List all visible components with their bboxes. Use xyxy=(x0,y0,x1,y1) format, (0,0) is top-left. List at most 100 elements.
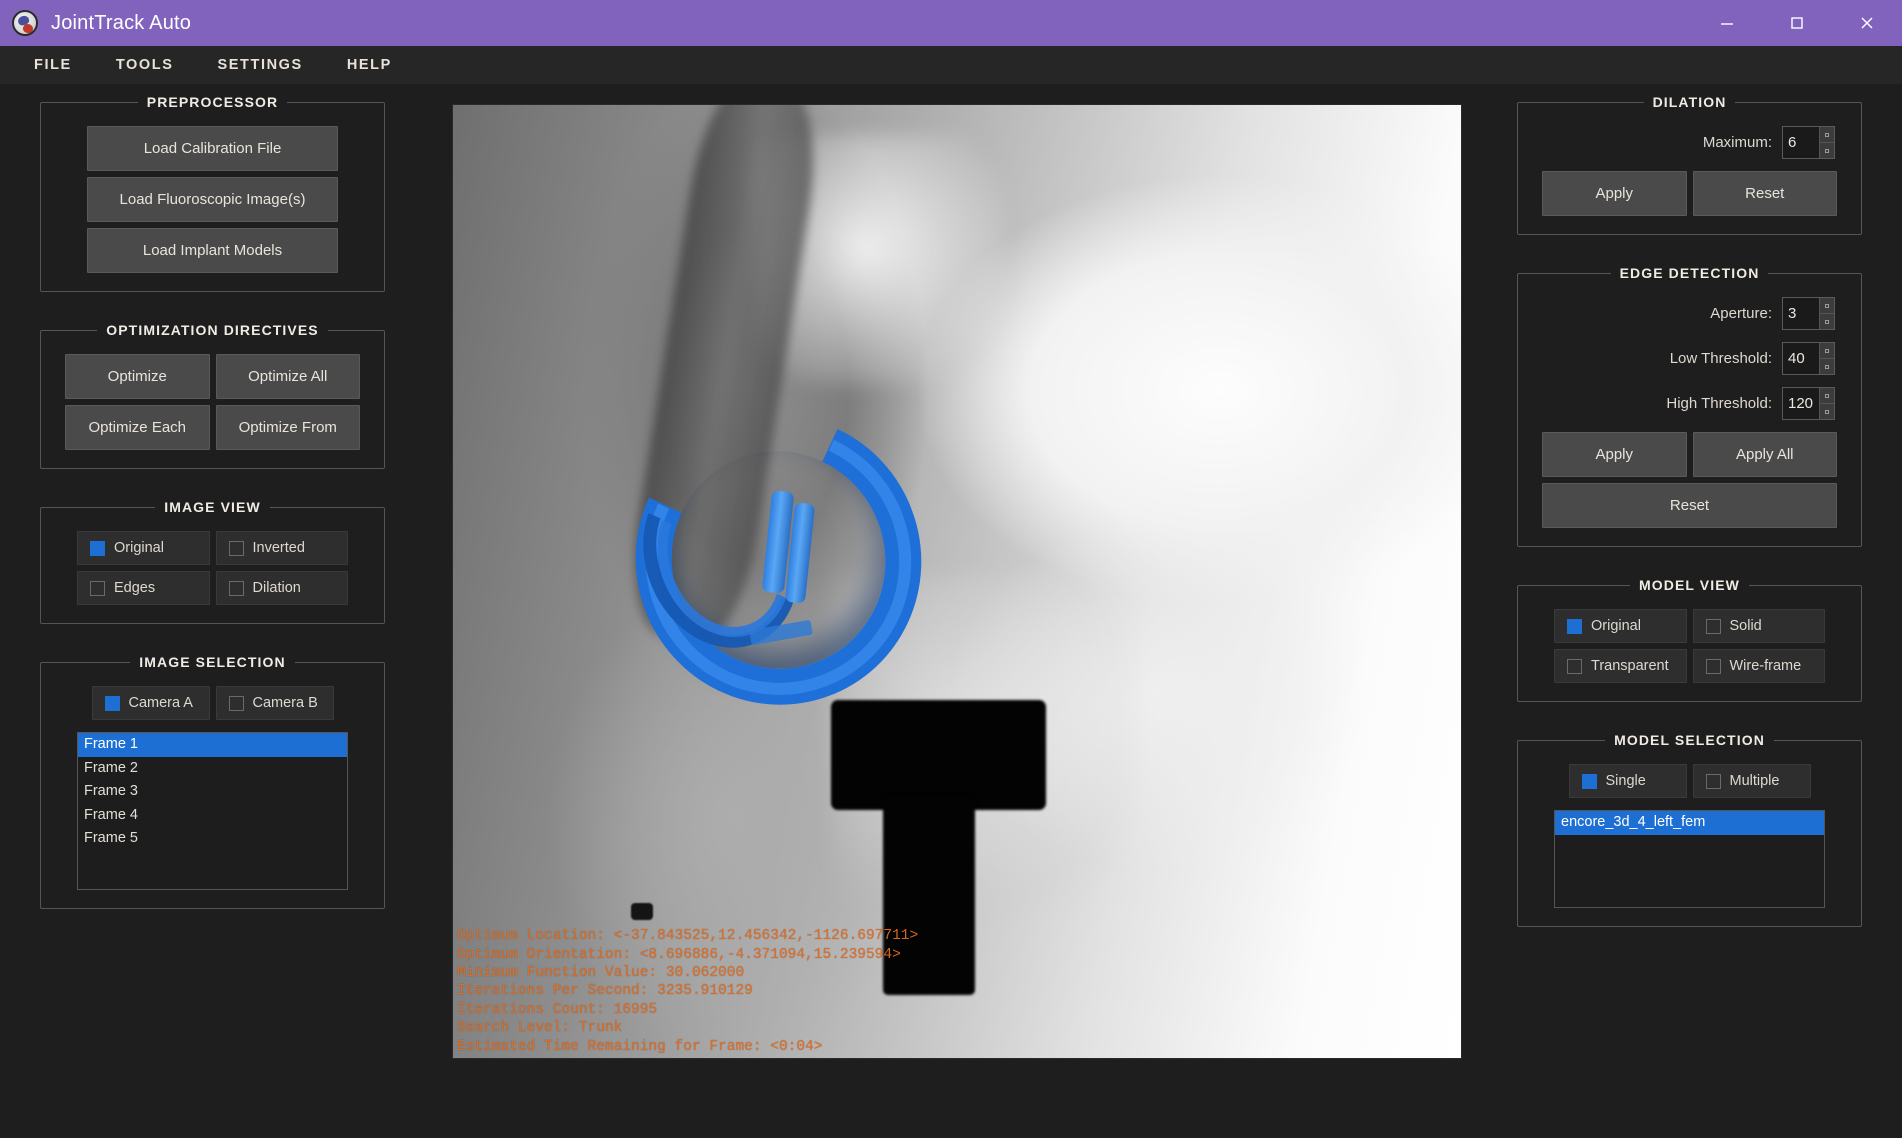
checkbox-icon xyxy=(228,695,244,711)
high-threshold-stepper[interactable] xyxy=(1782,387,1835,420)
checkbox-icon xyxy=(228,580,244,596)
right-panel: DILATION Maximum: Apply Reset xyxy=(1517,94,1862,957)
edge-detection-title: EDGE DETECTION xyxy=(1619,265,1760,281)
model-view-solid-checkbox[interactable]: Solid xyxy=(1692,609,1825,643)
title-bar: JointTrack Auto xyxy=(0,0,1902,46)
load-fluoroscopic-images-button[interactable]: Load Fluoroscopic Image(s) xyxy=(87,177,338,222)
load-implant-models-button[interactable]: Load Implant Models xyxy=(87,228,338,273)
image-view-title: IMAGE VIEW xyxy=(164,499,261,515)
model-single-label: Single xyxy=(1605,773,1646,789)
camera-a-checkbox[interactable]: Camera A xyxy=(91,686,210,720)
image-view-original-label: Original xyxy=(114,540,164,556)
app-logo-icon xyxy=(12,10,38,36)
image-view-edges-checkbox[interactable]: Edges xyxy=(77,571,210,605)
image-view-dilation-label: Dilation xyxy=(252,580,301,596)
model-view-original-checkbox[interactable]: Original xyxy=(1554,609,1687,643)
edge-apply-all-button[interactable]: Apply All xyxy=(1692,432,1837,477)
optimize-all-button[interactable]: Optimize All xyxy=(215,354,360,399)
model-view-transparent-checkbox[interactable]: Transparent xyxy=(1554,649,1687,683)
low-threshold-stepper[interactable] xyxy=(1782,342,1835,375)
optimization-directives-title: OPTIMIZATION DIRECTIVES xyxy=(106,322,319,338)
image-selection-title: IMAGE SELECTION xyxy=(139,654,286,670)
list-item[interactable]: Frame 5 xyxy=(78,827,347,851)
stepper-up-icon[interactable] xyxy=(1819,388,1834,404)
stepper-arrows[interactable] xyxy=(1819,298,1834,329)
list-item[interactable]: Frame 2 xyxy=(78,757,347,781)
camera-b-checkbox[interactable]: Camera B xyxy=(215,686,334,720)
checkbox-icon xyxy=(1705,618,1721,634)
checkbox-icon xyxy=(90,580,105,596)
model-multiple-checkbox[interactable]: Multiple xyxy=(1692,764,1811,798)
optimize-button[interactable]: Optimize xyxy=(65,354,210,399)
low-threshold-label: Low Threshold: xyxy=(1669,350,1772,367)
stepper-down-icon[interactable] xyxy=(1819,404,1834,419)
stepper-arrows[interactable] xyxy=(1819,343,1834,374)
dilation-maximum-stepper[interactable] xyxy=(1782,126,1835,159)
edge-apply-button[interactable]: Apply xyxy=(1542,432,1687,477)
maximize-icon[interactable] xyxy=(1762,0,1832,46)
workspace: PREPROCESSOR Load Calibration File Load … xyxy=(0,84,1902,1138)
stepper-down-icon[interactable] xyxy=(1819,143,1834,158)
dilation-maximum-label: Maximum: xyxy=(1702,134,1772,151)
window-title: JointTrack Auto xyxy=(51,11,192,34)
close-icon[interactable] xyxy=(1832,0,1902,46)
menu-settings[interactable]: SETTINGS xyxy=(200,49,321,81)
preprocessor-title: PREPROCESSOR xyxy=(146,94,279,110)
checkbox-icon xyxy=(228,540,244,556)
stepper-arrows[interactable] xyxy=(1819,127,1834,158)
edge-reset-button[interactable]: Reset xyxy=(1542,483,1837,528)
fluoroscopic-image xyxy=(453,105,1461,1058)
list-item[interactable]: Frame 4 xyxy=(78,804,347,828)
stepper-up-icon[interactable] xyxy=(1819,298,1834,314)
dilation-apply-button[interactable]: Apply xyxy=(1542,171,1687,216)
dilation-reset-button[interactable]: Reset xyxy=(1692,171,1837,216)
image-view-dilation-checkbox[interactable]: Dilation xyxy=(215,571,348,605)
model-view-transparent-label: Transparent xyxy=(1591,658,1669,674)
optimize-from-button[interactable]: Optimize From xyxy=(215,405,360,450)
frame-listbox[interactable]: Frame 1 Frame 2 Frame 3 Frame 4 Frame 5 xyxy=(77,732,348,890)
image-view-group: IMAGE VIEW Original Inverted Edges Dilat… xyxy=(40,499,385,624)
stepper-arrows[interactable] xyxy=(1819,388,1834,419)
aperture-input[interactable] xyxy=(1783,298,1819,329)
stepper-up-icon[interactable] xyxy=(1819,343,1834,359)
checkbox-icon xyxy=(90,540,105,556)
list-item[interactable]: Frame 3 xyxy=(78,780,347,804)
implant-model-overlay[interactable] xyxy=(595,375,962,745)
camera-a-label: Camera A xyxy=(128,695,193,711)
stepper-up-icon[interactable] xyxy=(1819,127,1834,143)
image-selection-group: IMAGE SELECTION Camera A Camera B Frame … xyxy=(40,654,385,909)
model-view-original-label: Original xyxy=(1591,618,1641,634)
load-calibration-file-button[interactable]: Load Calibration File xyxy=(87,126,338,171)
marker-bead xyxy=(631,903,653,920)
low-threshold-input[interactable] xyxy=(1783,343,1819,374)
image-view-edges-label: Edges xyxy=(114,580,156,596)
stepper-down-icon[interactable] xyxy=(1819,359,1834,374)
aperture-stepper[interactable] xyxy=(1782,297,1835,330)
optimization-status-overlay: Optimum Location: <-37.843525,12.456342,… xyxy=(457,928,919,1055)
window-controls xyxy=(1692,0,1902,46)
optimization-directives-group: OPTIMIZATION DIRECTIVES Optimize Optimiz… xyxy=(40,322,385,469)
model-single-checkbox[interactable]: Single xyxy=(1568,764,1687,798)
optimize-each-button[interactable]: Optimize Each xyxy=(65,405,210,450)
menu-help[interactable]: HELP xyxy=(329,49,410,81)
dilation-title: DILATION xyxy=(1652,94,1727,110)
checkbox-icon xyxy=(104,695,120,711)
list-item[interactable]: Frame 1 xyxy=(78,733,347,757)
model-view-wireframe-label: Wire-frame xyxy=(1729,658,1802,674)
list-item[interactable]: encore_3d_4_left_fem xyxy=(1555,811,1824,835)
dilation-maximum-input[interactable] xyxy=(1783,127,1819,158)
model-selection-title: MODEL SELECTION xyxy=(1614,732,1765,748)
image-view-original-checkbox[interactable]: Original xyxy=(77,531,210,565)
model-listbox[interactable]: encore_3d_4_left_fem xyxy=(1554,810,1825,908)
menu-tools[interactable]: TOOLS xyxy=(98,49,192,81)
stepper-down-icon[interactable] xyxy=(1819,314,1834,329)
image-view-inverted-checkbox[interactable]: Inverted xyxy=(215,531,348,565)
model-multiple-label: Multiple xyxy=(1729,773,1780,789)
minimize-icon[interactable] xyxy=(1692,0,1762,46)
model-view-wireframe-checkbox[interactable]: Wire-frame xyxy=(1692,649,1825,683)
application-window: JointTrack Auto FILE TOOLS SETTINGS HELP… xyxy=(0,0,1902,1138)
high-threshold-input[interactable] xyxy=(1783,388,1819,419)
image-viewport[interactable]: Optimum Location: <-37.843525,12.456342,… xyxy=(452,104,1462,1059)
checkbox-icon xyxy=(1705,773,1721,789)
menu-file[interactable]: FILE xyxy=(16,49,90,81)
